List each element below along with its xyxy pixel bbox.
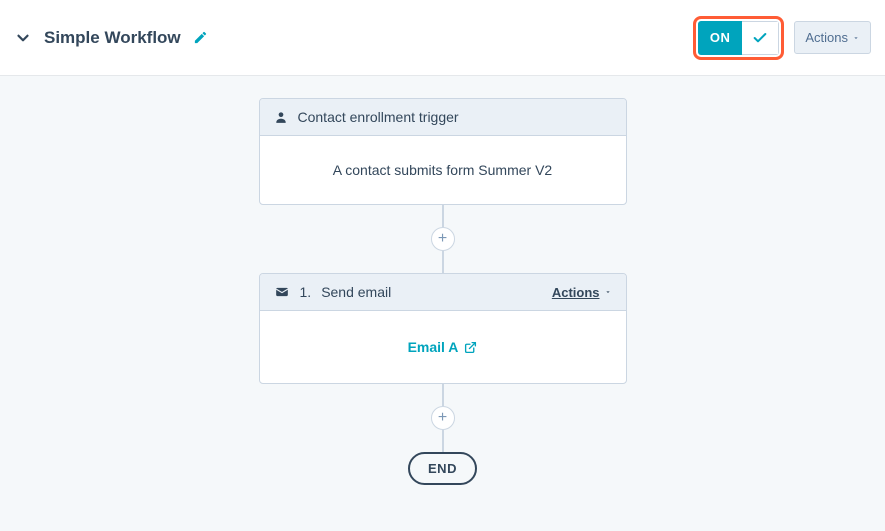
add-step-button[interactable]: + (431, 227, 455, 251)
connector-line (442, 384, 444, 406)
connector-line (442, 251, 444, 273)
contact-icon (274, 110, 288, 124)
check-icon (742, 21, 779, 55)
workflow-canvas: Contact enrollment trigger A contact sub… (0, 76, 885, 531)
workflow-toggle[interactable]: ON (698, 21, 780, 55)
step-card[interactable]: 1. Send email Actions Email A (259, 273, 627, 384)
end-node: END (408, 452, 477, 485)
page-title: Simple Workflow (44, 28, 181, 48)
step-title: Send email (321, 284, 391, 300)
connector-line (442, 205, 444, 227)
toggle-on-label: ON (698, 21, 743, 55)
trigger-title: Contact enrollment trigger (298, 109, 459, 125)
step-actions-label: Actions (552, 285, 600, 300)
breadcrumb: Simple Workflow (14, 28, 208, 48)
step-actions-button[interactable]: Actions (552, 285, 612, 300)
trigger-header: Contact enrollment trigger (260, 99, 626, 136)
email-icon (274, 285, 290, 299)
email-link[interactable]: Email A (408, 339, 478, 355)
step-header: 1. Send email Actions (260, 274, 626, 311)
workflow-toggle-highlight: ON (693, 16, 785, 60)
step-number: 1. (300, 284, 312, 300)
email-link-text: Email A (408, 339, 459, 355)
trigger-card[interactable]: Contact enrollment trigger A contact sub… (259, 98, 627, 205)
edit-icon[interactable] (193, 30, 208, 45)
actions-label: Actions (805, 30, 848, 45)
top-bar-right: ON Actions (693, 16, 871, 60)
trigger-body: A contact submits form Summer V2 (260, 136, 626, 204)
top-bar: Simple Workflow ON Actions (0, 0, 885, 76)
step-body: Email A (260, 311, 626, 383)
chevron-down-icon[interactable] (14, 29, 32, 47)
add-step-button[interactable]: + (431, 406, 455, 430)
connector-line (442, 430, 444, 452)
actions-button[interactable]: Actions (794, 21, 871, 54)
